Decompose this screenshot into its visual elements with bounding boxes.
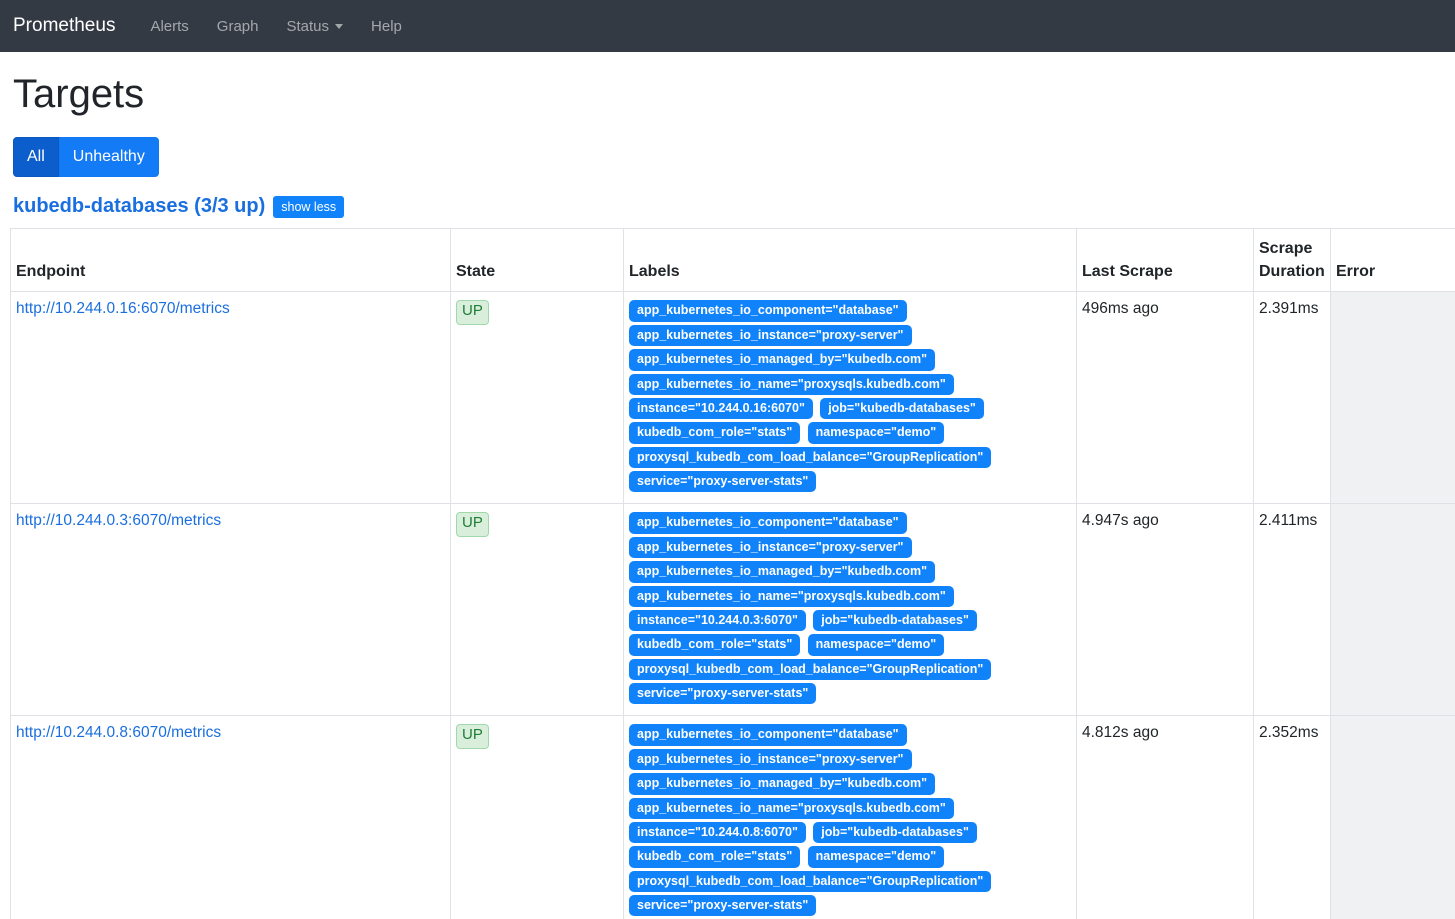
nav-item-graph[interactable]: Graph [208,10,268,43]
error-cell [1331,716,1455,919]
filter-button-group: All Unhealthy [13,137,159,177]
labels-cell: app_kubernetes_io_component="database" a… [624,292,1077,504]
scrape-duration-cell: 2.352ms [1254,716,1331,919]
brand-link[interactable]: Prometheus [13,15,115,37]
label-badge: app_kubernetes_io_instance="proxy-server… [629,537,912,558]
state-badge: UP [456,300,489,324]
nav-menu: Alerts Graph Status Help [141,10,420,43]
label-badge: app_kubernetes_io_name="proxysqls.kubedb… [629,586,954,607]
header-labels: Labels [624,229,1077,292]
label-badge: service="proxy-server-stats" [629,683,816,704]
chevron-down-icon [335,24,343,29]
job-title-link[interactable]: kubedb-databases (3/3 up) [13,195,265,218]
label-badge: proxysql_kubedb_com_load_balance="GroupR… [629,871,991,892]
scrape-duration-cell: 2.411ms [1254,504,1331,716]
nav-item-help[interactable]: Help [362,10,411,43]
label-badge: job="kubedb-databases" [813,610,977,631]
nav-item-status[interactable]: Status [278,10,353,43]
label-badge: namespace="demo" [808,634,945,655]
labels-cell: app_kubernetes_io_component="database" a… [624,716,1077,919]
label-badge: app_kubernetes_io_managed_by="kubedb.com… [629,561,935,582]
label-badge: app_kubernetes_io_component="database" [629,512,907,533]
label-badge: instance="10.244.0.3:6070" [629,610,806,631]
label-badge: instance="10.244.0.16:6070" [629,398,813,419]
filter-unhealthy-button[interactable]: Unhealthy [59,137,159,177]
label-badge: app_kubernetes_io_instance="proxy-server… [629,325,912,346]
header-state: State [451,229,624,292]
table-row: http://10.244.0.3:6070/metrics UP app_ku… [11,504,1455,716]
scrape-duration-cell: 2.391ms [1254,292,1331,504]
label-badge: app_kubernetes_io_instance="proxy-server… [629,749,912,770]
label-badge: app_kubernetes_io_name="proxysqls.kubedb… [629,798,954,819]
label-badge: service="proxy-server-stats" [629,471,816,492]
label-badge: kubedb_com_role="stats" [629,846,800,867]
filter-all-button[interactable]: All [13,137,59,177]
error-cell [1331,504,1455,716]
job-header: kubedb-databases (3/3 up) show less [13,195,1455,218]
last-scrape-cell: 4.947s ago [1077,504,1254,716]
endpoint-link[interactable]: http://10.244.0.3:6070/metrics [16,512,221,529]
header-error: Error [1331,229,1455,292]
label-badge: namespace="demo" [808,422,945,443]
main-content: Targets All Unhealthy kubedb-databases (… [0,72,1455,919]
targets-table: Endpoint State Labels Last Scrape Scrape… [10,228,1455,919]
nav-item-status-label: Status [287,18,330,35]
top-navbar: Prometheus Alerts Graph Status Help [0,0,1455,52]
label-badge: instance="10.244.0.8:6070" [629,822,806,843]
table-row: http://10.244.0.16:6070/metrics UP app_k… [11,292,1455,504]
label-badge: proxysql_kubedb_com_load_balance="GroupR… [629,447,991,468]
page-title: Targets [13,72,1455,117]
nav-item-alerts[interactable]: Alerts [141,10,197,43]
label-badge: app_kubernetes_io_component="database" [629,300,907,321]
table-row: http://10.244.0.8:6070/metrics UP app_ku… [11,716,1455,919]
endpoint-link[interactable]: http://10.244.0.16:6070/metrics [16,300,230,317]
header-endpoint: Endpoint [11,229,451,292]
endpoint-link[interactable]: http://10.244.0.8:6070/metrics [16,724,221,741]
label-badge: app_kubernetes_io_name="proxysqls.kubedb… [629,374,954,395]
error-cell [1331,292,1455,504]
show-less-button[interactable]: show less [273,196,344,218]
label-badge: service="proxy-server-stats" [629,895,816,916]
labels-cell: app_kubernetes_io_component="database" a… [624,504,1077,716]
label-badge: app_kubernetes_io_managed_by="kubedb.com… [629,773,935,794]
last-scrape-cell: 4.812s ago [1077,716,1254,919]
label-badge: app_kubernetes_io_component="database" [629,724,907,745]
label-badge: kubedb_com_role="stats" [629,634,800,655]
header-scrape-duration: Scrape Duration [1254,229,1331,292]
label-badge: kubedb_com_role="stats" [629,422,800,443]
last-scrape-cell: 496ms ago [1077,292,1254,504]
label-badge: proxysql_kubedb_com_load_balance="GroupR… [629,659,991,680]
state-badge: UP [456,724,489,748]
header-last-scrape: Last Scrape [1077,229,1254,292]
label-badge: job="kubedb-databases" [820,398,984,419]
label-badge: app_kubernetes_io_managed_by="kubedb.com… [629,349,935,370]
label-badge: job="kubedb-databases" [813,822,977,843]
state-badge: UP [456,512,489,536]
table-header-row: Endpoint State Labels Last Scrape Scrape… [11,229,1455,292]
label-badge: namespace="demo" [808,846,945,867]
